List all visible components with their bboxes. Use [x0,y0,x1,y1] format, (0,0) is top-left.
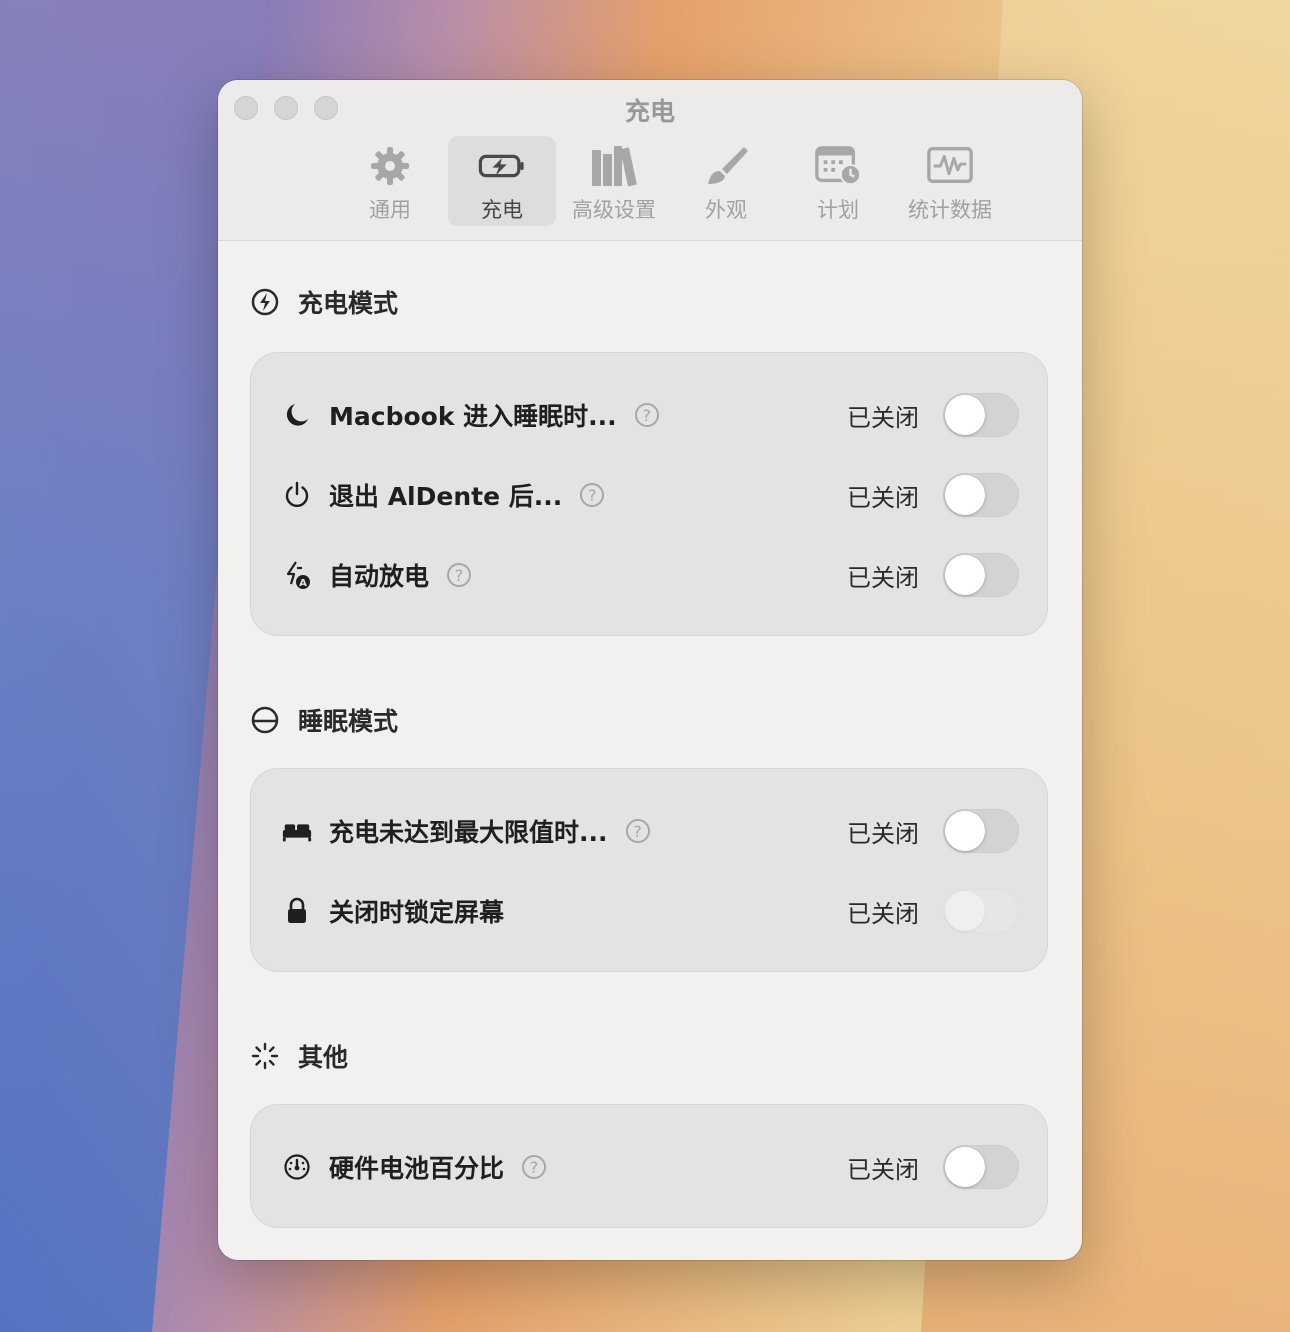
books-icon [590,144,638,188]
waveform-monitor-icon [926,144,974,188]
status-text: 已关闭 [847,484,919,512]
battery-charging-icon [478,144,526,188]
setting-label-text: Macbook 进入睡眠时... [329,402,617,431]
titlebar: 充电 通用 充电 高级设置 外观 计划 统计数据 [218,80,1082,241]
tab-label: 统计数据 [908,198,992,222]
quit-app-toggle[interactable] [943,473,1019,517]
tab-schedule[interactable]: 计划 [784,136,892,226]
hardware-percentage-toggle[interactable] [943,1145,1019,1189]
setting-label-text: 硬件电池百分比 [329,1154,505,1183]
window-title: 充电 [624,97,675,126]
section-title-other: 其他 [250,1038,348,1074]
below-limit-toggle[interactable] [943,809,1019,853]
gauge-icon [281,1151,313,1183]
status-text: 已关闭 [847,1156,919,1184]
charging-mode-card: Macbook 进入睡眠时... ? 已关闭 退出 AlDente 后... ?… [250,352,1048,636]
toggle-knob [945,891,985,931]
setting-label: 退出 AlDente 后... ? [329,477,605,513]
tab-label: 高级设置 [572,198,656,222]
tab-label: 通用 [369,198,411,222]
section-heading: 充电模式 [298,289,399,318]
status-text: 已关闭 [847,900,919,928]
toggle-knob [945,395,985,435]
lock-icon [281,895,313,927]
setting-label: 关闭时锁定屏幕 [329,893,504,929]
setting-label: Macbook 进入睡眠时... ? [329,397,659,433]
auto-discharge-icon: A [281,559,313,591]
setting-label-text: 充电未达到最大限值时... [329,818,608,847]
section-title-sleep-mode: 睡眠模式 [250,702,398,738]
calendar-clock-icon [814,144,862,188]
moon-icon [281,399,313,431]
status-text: 已关闭 [847,564,919,592]
toggle-knob [945,555,985,595]
svg-text:A: A [299,578,307,589]
auto-discharge-toggle[interactable] [943,553,1019,597]
tab-appearance[interactable]: 外观 [672,136,780,226]
toggle-knob [945,1147,985,1187]
tab-advanced[interactable]: 高级设置 [560,136,668,226]
bed-icon [281,815,313,847]
setting-label-text: 关闭时锁定屏幕 [329,898,505,927]
help-icon[interactable]: ? [625,819,650,843]
tab-label: 计划 [817,198,859,222]
section-heading: 其他 [298,1043,349,1072]
sleep-mode-card: 充电未达到最大限值时... ? 已关闭 关闭时锁定屏幕 已关闭 [250,768,1048,972]
half-circle-icon [250,705,280,735]
setting-label-text: 自动放电 [329,562,430,591]
paintbrush-icon [702,144,750,188]
tab-label: 外观 [705,198,747,222]
lock-screen-toggle[interactable] [943,889,1019,933]
gear-icon [366,144,414,188]
tab-label: 充电 [481,198,523,222]
help-icon[interactable]: ? [447,563,472,587]
toggle-knob [945,811,985,851]
section-title-charging-mode: 充电模式 [250,284,398,320]
setting-row-hardware-percentage: 硬件电池百分比 ? 已关闭 [251,1127,1049,1207]
setting-row-lock-screen: 关闭时锁定屏幕 已关闭 [251,871,1049,951]
setting-row-auto-discharge: A 自动放电 ? 已关闭 [251,535,1049,615]
tab-general[interactable]: 通用 [336,136,444,226]
toolbar: 通用 充电 高级设置 外观 计划 统计数据 [336,136,1004,226]
toggle-knob [945,475,985,515]
settings-window: 充电 通用 充电 高级设置 外观 计划 统计数据 充电模式 Macbook 进入… [218,80,1082,1260]
help-icon[interactable]: ? [522,1155,547,1179]
setting-label-text: 退出 AlDente 后... [329,482,563,511]
setting-label: 自动放电 ? [329,557,472,593]
status-text: 已关闭 [847,820,919,848]
setting-label: 硬件电池百分比 ? [329,1149,547,1185]
setting-row-below-limit: 充电未达到最大限值时... ? 已关闭 [251,791,1049,871]
setting-row-sleep: Macbook 进入睡眠时... ? 已关闭 [251,375,1049,455]
setting-label: 充电未达到最大限值时... ? [329,813,650,849]
help-icon[interactable]: ? [580,483,605,507]
bolt-circle-icon [250,287,280,317]
spinner-icon [250,1041,280,1071]
setting-row-quit-app: 退出 AlDente 后... ? 已关闭 [251,455,1049,535]
help-icon[interactable]: ? [634,403,659,427]
section-heading: 睡眠模式 [298,707,399,736]
tab-statistics[interactable]: 统计数据 [896,136,1004,226]
sleep-toggle[interactable] [943,393,1019,437]
other-card: 硬件电池百分比 ? 已关闭 [250,1104,1048,1228]
tab-charging[interactable]: 充电 [448,136,556,226]
power-icon [281,479,313,511]
status-text: 已关闭 [847,404,919,432]
